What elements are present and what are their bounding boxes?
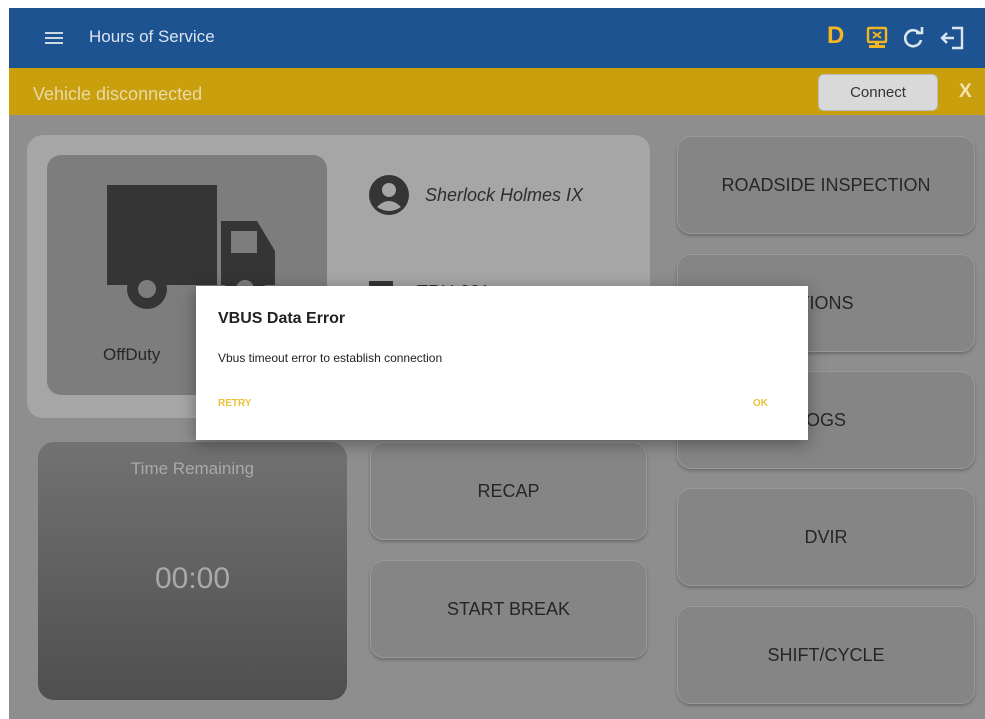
connect-button[interactable]: Connect bbox=[818, 74, 938, 111]
refresh-icon[interactable] bbox=[900, 25, 926, 51]
duty-status-label: OffDuty bbox=[103, 345, 161, 364]
ok-button[interactable]: OK bbox=[753, 398, 768, 409]
roadside-inspection-button[interactable]: ROADSIDE INSPECTION bbox=[677, 136, 975, 234]
dialog-message: Vbus timeout error to establish connecti… bbox=[218, 351, 443, 365]
dismiss-banner-button[interactable]: X bbox=[959, 81, 972, 103]
app-bar: Hours of Service D bbox=[9, 8, 985, 68]
duty-status-indicator[interactable]: D bbox=[827, 22, 844, 50]
time-remaining-value: 00:00 bbox=[154, 562, 231, 595]
time-remaining-label: Time Remaining bbox=[130, 459, 255, 478]
dvir-button[interactable]: DVIR bbox=[677, 488, 975, 586]
vbus-connection-icon[interactable] bbox=[864, 25, 890, 51]
menu-icon[interactable] bbox=[45, 32, 63, 44]
driver-name: Sherlock Holmes IX bbox=[425, 184, 584, 205]
app-title: Hours of Service bbox=[89, 27, 215, 46]
start-break-button[interactable]: START BREAK bbox=[370, 560, 647, 658]
recap-button[interactable]: RECAP bbox=[370, 442, 647, 540]
banner-message: Vehicle disconnected bbox=[33, 84, 203, 104]
vehicle-status-banner: Vehicle disconnected Connect X bbox=[9, 68, 985, 115]
shift-cycle-button[interactable]: SHIFT/CYCLE bbox=[677, 606, 975, 704]
logout-icon[interactable] bbox=[939, 25, 965, 51]
user-icon bbox=[369, 175, 409, 215]
dialog-title: VBUS Data Error bbox=[218, 310, 346, 327]
vbus-error-dialog: VBUS Data Error Vbus timeout error to es… bbox=[196, 286, 808, 440]
time-remaining-card: Time Remaining 00:00 bbox=[38, 442, 347, 700]
driver-row: Sherlock Holmes IX bbox=[369, 175, 583, 215]
retry-button[interactable]: RETRY bbox=[218, 398, 252, 409]
